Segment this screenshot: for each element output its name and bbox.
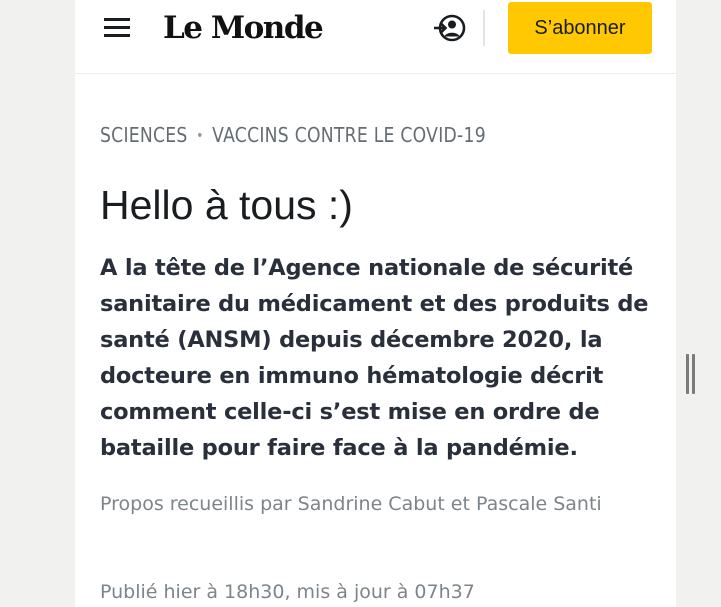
article-page: Le Monde S’abonner SCIENCES • VACCINS CONT… — [75, 0, 676, 607]
login-account-icon[interactable] — [433, 12, 467, 44]
hamburger-menu-icon[interactable] — [102, 16, 132, 40]
breadcrumb-item-covid-vaccines[interactable]: VACCINS CONTRE LE COVID-19 — [212, 123, 486, 147]
publication-date: Publié hier à 18h30, mis à jour à 07h37 — [100, 581, 475, 603]
resize-handle-icon[interactable] — [685, 354, 697, 394]
article-byline: Propos recueillis par Sandrine Cabut et … — [100, 493, 602, 515]
breadcrumb-separator: • — [196, 128, 204, 144]
breadcrumb: SCIENCES • VACCINS CONTRE LE COVID-19 — [100, 120, 486, 150]
article-lede: A la tête de l’Agence nationale de sécur… — [100, 255, 649, 461]
breadcrumb-item-sciences[interactable]: SCIENCES — [100, 123, 188, 147]
subscribe-button[interactable]: S’abonner — [508, 2, 652, 54]
header-divider — [483, 10, 485, 46]
page-title: Hello à tous :) — [100, 182, 353, 228]
site-logo[interactable]: Le Monde — [163, 8, 324, 48]
site-header: Le Monde S’abonner — [75, 0, 676, 74]
